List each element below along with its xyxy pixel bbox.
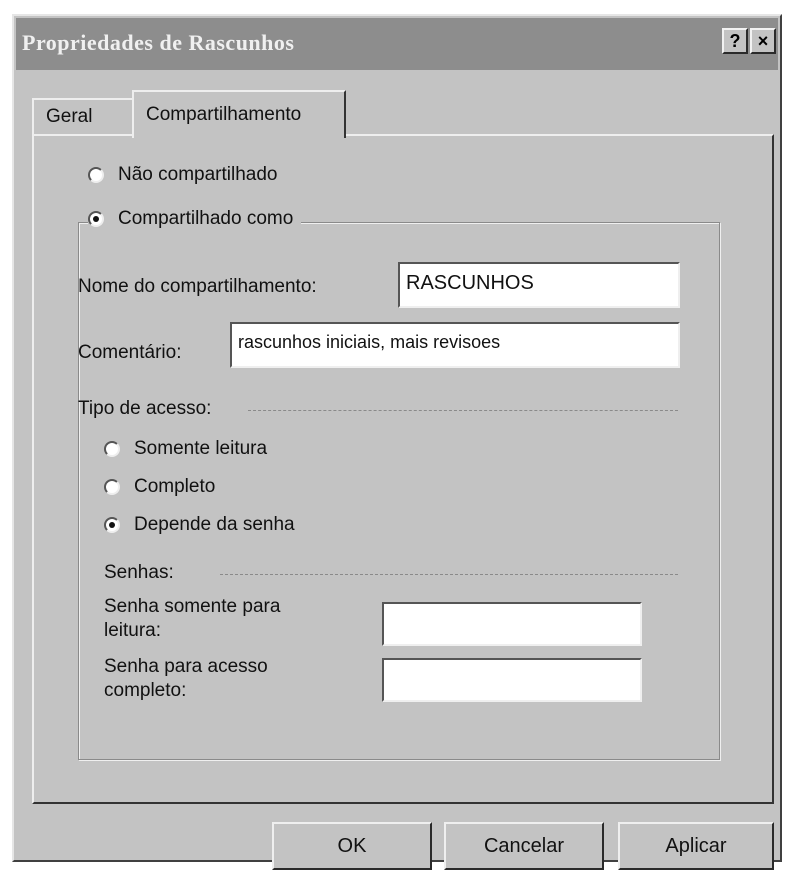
help-button[interactable]: ? (722, 28, 748, 54)
access-password-radio[interactable] (104, 517, 120, 533)
sharing-tab-panel: Não compartilhado Compartilhado como Nom… (32, 134, 774, 804)
full-password-label-line1: Senha para acesso (104, 656, 268, 677)
access-readonly-radio[interactable] (104, 441, 120, 457)
readonly-password-input[interactable] (382, 602, 642, 646)
share-name-label: Nome do compartilhamento: (78, 276, 317, 297)
access-full-radio[interactable] (104, 479, 120, 495)
shared-as-option[interactable]: Compartilhado como (88, 208, 302, 230)
full-password-label-line2: completo: (104, 680, 187, 701)
full-password-input[interactable] (382, 658, 642, 702)
passwords-separator (220, 574, 678, 575)
tab-sharing[interactable]: Compartilhamento (132, 90, 346, 138)
ok-button[interactable]: OK (272, 822, 432, 870)
close-button[interactable]: × (750, 28, 776, 54)
access-full-option[interactable]: Completo (104, 476, 215, 498)
not-shared-label: Não compartilhado (118, 164, 278, 185)
access-full-label: Completo (134, 476, 216, 497)
properties-dialog: Propriedades de Rascunhos ? × Geral Comp… (12, 14, 782, 870)
passwords-label: Senhas: (104, 562, 174, 583)
readonly-password-label-line2: leitura: (104, 620, 162, 641)
tab-general[interactable]: Geral (32, 98, 136, 136)
cancel-button[interactable]: Cancelar (444, 822, 604, 870)
access-password-label: Depende da senha (134, 514, 295, 535)
readonly-password-label-line1: Senha somente para (104, 596, 281, 617)
access-type-label: Tipo de acesso: (78, 398, 212, 419)
access-password-option[interactable]: Depende da senha (104, 514, 295, 536)
not-shared-radio[interactable] (88, 167, 104, 183)
comment-label: Comentário: (78, 342, 182, 363)
window-title: Propriedades de Rascunhos (22, 30, 295, 55)
access-readonly-option[interactable]: Somente leitura (104, 438, 267, 460)
title-bar[interactable]: Propriedades de Rascunhos ? × (16, 18, 778, 70)
comment-input[interactable]: rascunhos iniciais, mais revisoes (230, 322, 680, 368)
apply-button[interactable]: Aplicar (618, 822, 774, 870)
access-readonly-label: Somente leitura (134, 438, 268, 459)
not-shared-option[interactable]: Não compartilhado (88, 164, 277, 186)
shared-as-label: Compartilhado como (118, 208, 294, 229)
access-type-separator (248, 410, 678, 411)
share-name-input[interactable]: RASCUNHOS (398, 262, 680, 308)
shared-as-radio[interactable] (88, 211, 104, 227)
